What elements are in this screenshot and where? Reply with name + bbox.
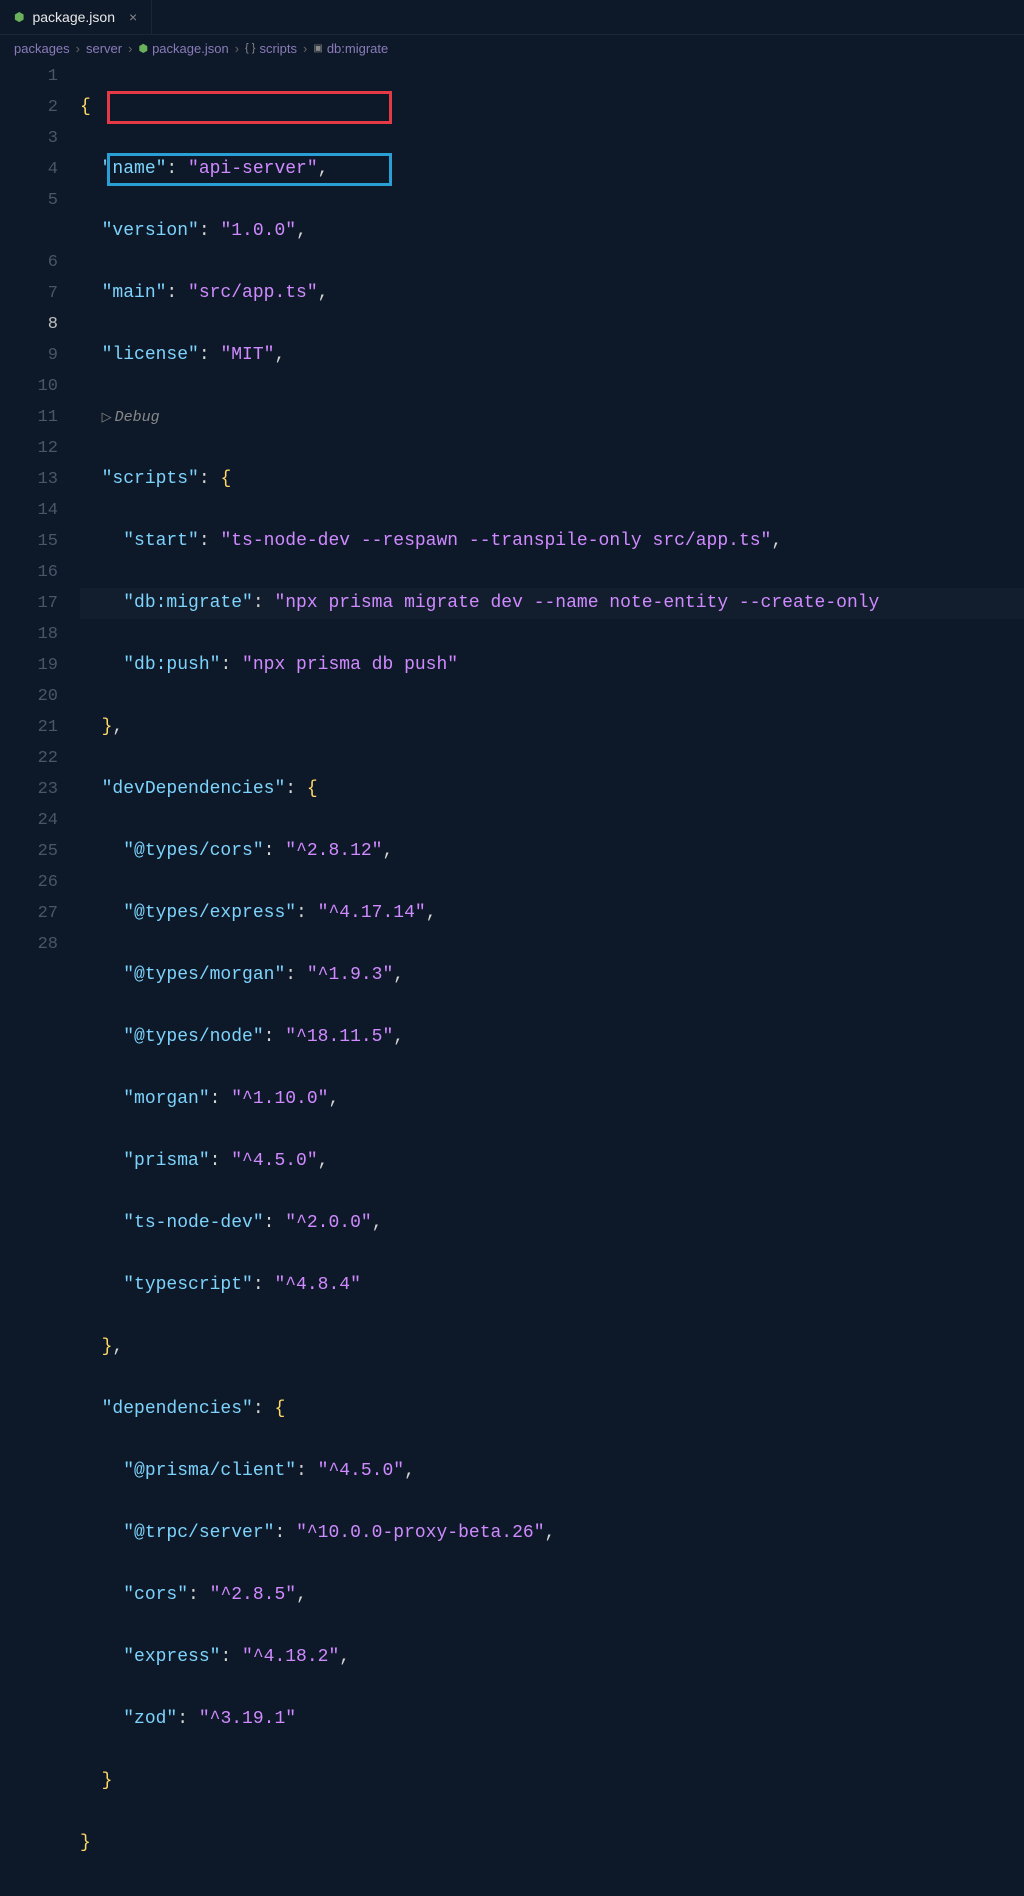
line-number: 2: [0, 92, 58, 123]
play-icon: ▷: [102, 410, 112, 425]
code-line[interactable]: "name": "api-server",: [80, 154, 1024, 185]
code-line[interactable]: "express": "^4.18.2",: [80, 1642, 1024, 1673]
line-number: 7: [0, 278, 58, 309]
code-line[interactable]: "license": "MIT",: [80, 340, 1024, 371]
string-icon: ▣: [313, 43, 322, 54]
code-line[interactable]: "scripts": {: [80, 464, 1024, 495]
npm-icon: ⬢: [138, 42, 148, 55]
tab-package-json[interactable]: ⬢ package.json ×: [0, 0, 152, 34]
line-number: 24: [0, 805, 58, 836]
line-number: 16: [0, 557, 58, 588]
code-line[interactable]: "@types/node": "^18.11.5",: [80, 1022, 1024, 1053]
code-line[interactable]: "ts-node-dev": "^2.0.0",: [80, 1208, 1024, 1239]
code-content[interactable]: { "name": "api-server", "version": "1.0.…: [80, 61, 1024, 1896]
line-number: 11: [0, 402, 58, 433]
code-line[interactable]: "typescript": "^4.8.4": [80, 1270, 1024, 1301]
line-number: 18: [0, 619, 58, 650]
code-line[interactable]: "@trpc/server": "^10.0.0-proxy-beta.26",: [80, 1518, 1024, 1549]
line-number: 8: [0, 309, 58, 340]
code-line[interactable]: "prisma": "^4.5.0",: [80, 1146, 1024, 1177]
line-number-gutter: 1 2 3 4 5 6 7 8 9 10 11 12 13 14 15 16 1…: [0, 61, 80, 1896]
line-number: 17: [0, 588, 58, 619]
line-number: 3: [0, 123, 58, 154]
line-number: 15: [0, 526, 58, 557]
line-number: 27: [0, 898, 58, 929]
code-editor[interactable]: 1 2 3 4 5 6 7 8 9 10 11 12 13 14 15 16 1…: [0, 61, 1024, 1896]
breadcrumb-item[interactable]: db:migrate: [327, 41, 388, 56]
line-number: 14: [0, 495, 58, 526]
line-number: 1: [0, 61, 58, 92]
line-number: 6: [0, 247, 58, 278]
code-line[interactable]: "devDependencies": {: [80, 774, 1024, 805]
code-line[interactable]: "@types/cors": "^2.8.12",: [80, 836, 1024, 867]
line-number: 21: [0, 712, 58, 743]
code-line[interactable]: "morgan": "^1.10.0",: [80, 1084, 1024, 1115]
breadcrumb-item[interactable]: server: [86, 41, 122, 56]
line-number: 25: [0, 836, 58, 867]
code-line[interactable]: }: [80, 1766, 1024, 1797]
line-number: 20: [0, 681, 58, 712]
code-line[interactable]: "main": "src/app.ts",: [80, 278, 1024, 309]
line-number: 26: [0, 867, 58, 898]
chevron-right-icon: ›: [303, 41, 307, 56]
breadcrumb-item[interactable]: packages: [14, 41, 70, 56]
breadcrumb-item[interactable]: scripts: [259, 41, 297, 56]
line-number: 4: [0, 154, 58, 185]
code-line[interactable]: },: [80, 712, 1024, 743]
code-line[interactable]: "db:push": "npx prisma db push": [80, 650, 1024, 681]
line-number: 19: [0, 650, 58, 681]
tab-bar: ⬢ package.json ×: [0, 0, 1024, 35]
code-line[interactable]: "cors": "^2.8.5",: [80, 1580, 1024, 1611]
line-number: 28: [0, 929, 58, 960]
chevron-right-icon: ›: [128, 41, 132, 56]
line-number: 13: [0, 464, 58, 495]
code-line[interactable]: }: [80, 1828, 1024, 1859]
close-icon[interactable]: ×: [129, 9, 137, 25]
code-line[interactable]: "@types/morgan": "^1.9.3",: [80, 960, 1024, 991]
debug-codelens[interactable]: ▷Debug: [80, 402, 1024, 433]
line-number: 9: [0, 340, 58, 371]
line-number: 5: [0, 185, 58, 216]
line-number: 23: [0, 774, 58, 805]
npm-icon: ⬢: [14, 10, 24, 24]
line-number: 10: [0, 371, 58, 402]
code-line[interactable]: {: [80, 92, 1024, 123]
line-number-spacer: [0, 216, 58, 247]
line-number: 22: [0, 743, 58, 774]
tab-filename: package.json: [32, 9, 115, 25]
code-line[interactable]: "@types/express": "^4.17.14",: [80, 898, 1024, 929]
breadcrumb: packages › server › ⬢ package.json › { }…: [0, 35, 1024, 61]
chevron-right-icon: ›: [76, 41, 80, 56]
code-line[interactable]: "@prisma/client": "^4.5.0",: [80, 1456, 1024, 1487]
object-icon: { }: [245, 42, 255, 54]
code-line[interactable]: "zod": "^3.19.1": [80, 1704, 1024, 1735]
breadcrumb-item[interactable]: package.json: [152, 41, 229, 56]
code-line[interactable]: "version": "1.0.0",: [80, 216, 1024, 247]
code-line[interactable]: "db:migrate": "npx prisma migrate dev --…: [80, 588, 1024, 619]
code-line[interactable]: "start": "ts-node-dev --respawn --transp…: [80, 526, 1024, 557]
code-line[interactable]: },: [80, 1332, 1024, 1363]
line-number: 12: [0, 433, 58, 464]
code-line[interactable]: "dependencies": {: [80, 1394, 1024, 1425]
chevron-right-icon: ›: [235, 41, 239, 56]
